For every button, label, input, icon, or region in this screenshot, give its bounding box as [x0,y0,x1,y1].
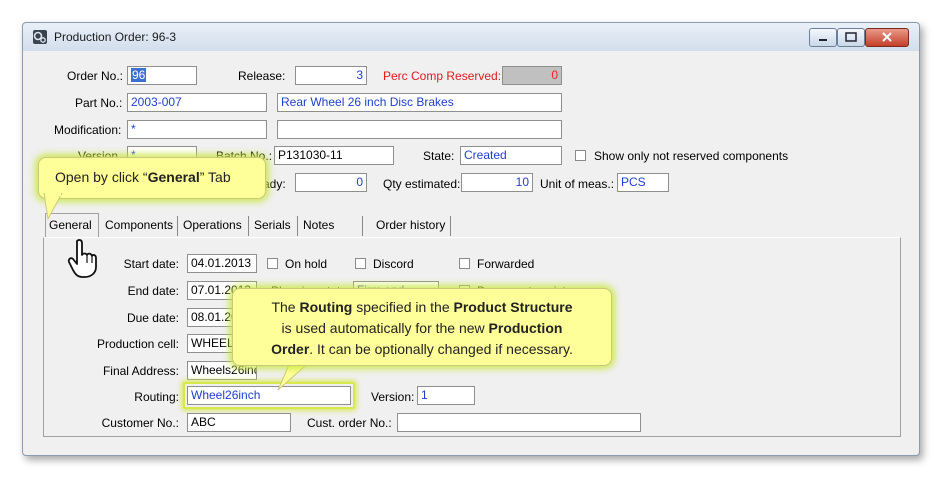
part-no-field[interactable]: 2003-007 [127,93,267,112]
on-hold-checkbox[interactable] [267,258,278,269]
tab-serials[interactable]: Serials [251,216,298,236]
cust-order-no-label: Cust. order No.: [307,416,392,430]
routing-callout-text: The Routing specified in the Product Str… [271,299,573,357]
tab-notes[interactable]: Notes [300,216,363,236]
part-description-field[interactable]: Rear Wheel 26 inch Disc Brakes [277,93,562,112]
show-not-reserved-label: Show only not reserved components [594,149,789,163]
discord-checkbox[interactable] [355,258,366,269]
window-title: Production Order: 96-3 [54,30,177,44]
close-icon [882,32,892,42]
forwarded-label: Forwarded [477,257,535,271]
part-no-label: Part No.: [75,96,123,110]
customer-no-field[interactable]: ABC [187,413,291,432]
discord-label: Discord [373,257,414,271]
title-bar: Production Order: 96-3 [23,23,919,51]
modification-label: Modification: [54,123,122,137]
routing-label: Routing: [134,390,179,404]
final-address-label: Final Address: [102,364,179,378]
order-no-field[interactable]: 96 [127,66,197,85]
minimize-button[interactable] [809,28,837,47]
start-date-field[interactable]: 04.01.2013 [187,254,257,273]
ready-label: ady: [263,177,286,191]
state-label: State: [423,149,455,163]
hand-pointer-icon [67,239,97,278]
unit-of-measure-label: Unit of meas.: [540,177,615,191]
production-cell-label: Production cell: [96,337,179,351]
ready-field[interactable]: 0 [295,173,367,192]
unit-of-measure-field[interactable]: PCS [617,173,669,192]
tab-order-history[interactable]: Order history [373,216,451,236]
tab-callout-pointer [43,193,63,221]
modification-field[interactable]: * [127,120,267,139]
gears-icon [33,30,47,44]
qty-estimated-field[interactable]: 10 [461,173,533,192]
maximize-icon [845,32,857,42]
release-field[interactable]: 3 [295,66,367,85]
production-order-window: Production Order: 96-3 Order No.: 96 Rel… [22,22,920,456]
maximize-button[interactable] [837,28,865,47]
customer-no-label: Customer No.: [101,416,179,430]
routing-callout: The Routing specified in the Product Str… [232,288,612,366]
tab-operations[interactable]: Operations [180,216,249,236]
modification-description-field[interactable] [277,120,562,139]
release-label: Release: [238,69,286,83]
show-not-reserved-checkbox[interactable] [575,150,586,161]
version-field[interactable]: 1 [417,386,475,405]
qty-estimated-label: Qty estimated: [383,177,461,191]
end-date-label: End date: [127,284,179,298]
cust-order-no-field[interactable] [397,413,641,432]
version-label: Version: [371,390,415,404]
perc-comp-reserved-field: 0 [502,66,562,85]
close-button[interactable] [865,28,909,47]
forwarded-checkbox[interactable] [459,258,470,269]
perc-comp-reserved-label: Perc Comp Reserved: [383,69,502,83]
order-no-label: Order No.: [67,69,124,83]
on-hold-label: On hold [285,257,328,271]
due-date-label: Due date: [126,311,179,325]
batch-no-field[interactable]: P131030-11 [274,146,394,165]
state-field: Created [460,146,562,165]
tab-components[interactable]: Components [102,216,178,236]
minimize-icon [819,39,827,41]
tab-callout-text: Open by click “General” Tab [55,169,231,185]
